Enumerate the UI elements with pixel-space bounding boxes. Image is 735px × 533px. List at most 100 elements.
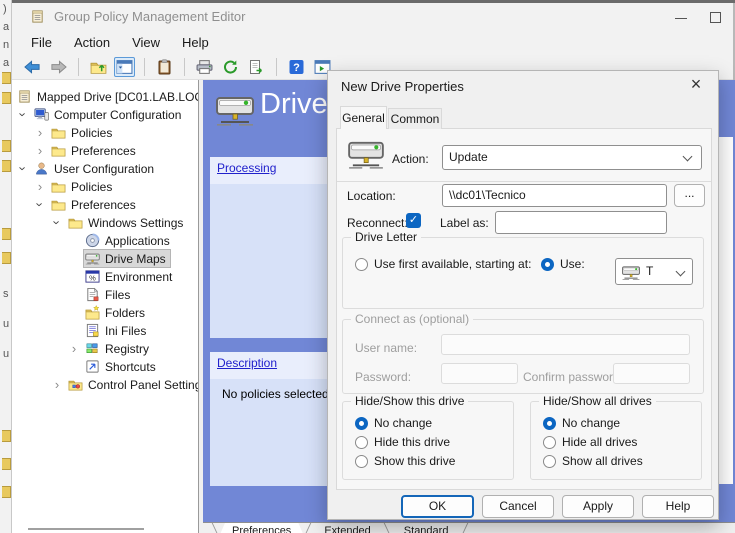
- background-window-strip: )anasuu: [0, 0, 12, 533]
- maximize-button[interactable]: [710, 12, 721, 23]
- tree-item-user-policies[interactable]: › Policies: [12, 178, 198, 196]
- tree-item-user-preferences[interactable]: ›Preferences: [12, 196, 198, 214]
- tab-extended[interactable]: Extended: [310, 523, 384, 533]
- console-tree-pane: Mapped Drive [DC01.LAB.LOCAL] › Computer C…: [12, 80, 199, 533]
- window-titlebar: Group Policy Management Editor: [12, 3, 733, 30]
- tree-item-folders[interactable]: Folders: [12, 304, 198, 322]
- password-input[interactable]: [441, 363, 518, 384]
- hide-show-this-drive-group: Hide/Show this drive No change Hide this…: [342, 401, 514, 480]
- radio-icon[interactable]: [355, 258, 368, 271]
- chevron-expanded-icon[interactable]: ›: [33, 199, 48, 211]
- radio-hide-all-drives[interactable]: Hide all drives: [543, 435, 637, 449]
- tree-item-drive-maps[interactable]: Drive Maps: [12, 250, 198, 268]
- chevron-collapsed-icon[interactable]: ›: [51, 377, 63, 392]
- chevron-expanded-icon[interactable]: ›: [16, 109, 31, 121]
- background-text-fragment: s: [3, 288, 9, 300]
- radio-icon[interactable]: [355, 455, 368, 468]
- background-folder-fragment: [2, 430, 11, 442]
- console-tree-toggle-icon[interactable]: [114, 57, 135, 77]
- tree-item-label: Files: [105, 288, 130, 302]
- tree-item-computer-configuration[interactable]: › Computer Configuration: [12, 106, 198, 124]
- chevron-expanded-icon[interactable]: ›: [50, 217, 65, 229]
- drive-letter-dropdown[interactable]: T: [615, 258, 693, 285]
- description-link[interactable]: Description: [217, 356, 277, 370]
- close-icon[interactable]: ×: [686, 74, 706, 95]
- browse-button[interactable]: ...: [674, 184, 705, 207]
- radio-all-no-change[interactable]: No change: [543, 416, 620, 430]
- radio-icon[interactable]: [543, 417, 556, 430]
- chevron-collapsed-icon[interactable]: ›: [34, 143, 46, 158]
- tree-item-label: Policies: [71, 180, 112, 194]
- radio-show-this-drive[interactable]: Show this drive: [355, 454, 455, 468]
- apply-button[interactable]: Apply: [562, 495, 634, 518]
- back-icon[interactable]: [22, 57, 43, 77]
- drive-icon: [85, 251, 100, 266]
- tree-item-label: Computer Configuration: [54, 108, 181, 122]
- background-text-fragment: u: [3, 348, 9, 360]
- refresh-icon[interactable]: [220, 57, 241, 77]
- tree-item-user-configuration[interactable]: ›User Configuration: [12, 160, 198, 178]
- tab-preferences[interactable]: Preferences: [218, 523, 305, 533]
- tree-item-root[interactable]: Mapped Drive [DC01.LAB.LOCAL]: [12, 88, 198, 106]
- tree-item-registry[interactable]: ›Registry: [12, 340, 198, 358]
- chevron-collapsed-icon[interactable]: ›: [34, 179, 46, 194]
- tree-item-label: Mapped Drive [DC01.LAB.LOCAL]: [37, 90, 199, 104]
- help-icon[interactable]: ?: [286, 57, 307, 77]
- radio-use-first-available[interactable]: Use first available, starting at:: [355, 257, 531, 271]
- confirm-password-input[interactable]: [613, 363, 690, 384]
- radio-icon[interactable]: [355, 417, 368, 430]
- tree-item-windows-settings[interactable]: ›Windows Settings: [12, 214, 198, 232]
- ok-button[interactable]: OK: [401, 495, 474, 518]
- radio-icon[interactable]: [543, 436, 556, 449]
- folder-icon: [51, 125, 66, 140]
- console-tree: Mapped Drive [DC01.LAB.LOCAL] › Computer C…: [12, 88, 198, 394]
- radio-icon[interactable]: [541, 258, 554, 271]
- radio-use[interactable]: Use:: [541, 257, 585, 271]
- radio-icon[interactable]: [355, 436, 368, 449]
- radio-this-no-change[interactable]: No change: [355, 416, 432, 430]
- window-title: Group Policy Management Editor: [54, 9, 245, 24]
- tree-item-ini-files[interactable]: Ini Files: [12, 322, 198, 340]
- chevron-expanded-icon[interactable]: ›: [16, 163, 31, 175]
- clipboard-icon[interactable]: [154, 57, 175, 77]
- cancel-button[interactable]: Cancel: [482, 495, 554, 518]
- svg-text:%: %: [89, 274, 96, 283]
- up-folder-icon[interactable]: [88, 57, 109, 77]
- radio-hide-this-drive[interactable]: Hide this drive: [355, 435, 450, 449]
- forward-icon[interactable]: [48, 57, 69, 77]
- help-button[interactable]: Help: [642, 495, 714, 518]
- radio-icon[interactable]: [543, 455, 556, 468]
- chevron-collapsed-icon[interactable]: ›: [34, 125, 46, 140]
- user-name-input[interactable]: [441, 334, 690, 355]
- chevron-collapsed-icon[interactable]: ›: [68, 341, 80, 356]
- radio-show-all-drives[interactable]: Show all drives: [543, 454, 643, 468]
- tree-horizontal-scrollbar[interactable]: [28, 528, 144, 530]
- general-tab-page: Action: Update Location: \\dc01\Tecnico …: [336, 128, 712, 490]
- processing-link[interactable]: Processing: [217, 161, 276, 175]
- print-icon[interactable]: [194, 57, 215, 77]
- minimize-button[interactable]: [675, 18, 687, 19]
- menu-help[interactable]: Help: [171, 32, 220, 53]
- computer-icon: [34, 107, 49, 122]
- radio-label: No change: [562, 416, 620, 430]
- location-input[interactable]: \\dc01\Tecnico: [442, 184, 667, 207]
- tree-item-computer-preferences[interactable]: ›Preferences: [12, 142, 198, 160]
- tree-item-applications[interactable]: Applications: [12, 232, 198, 250]
- password-label: Password:: [355, 370, 411, 384]
- tab-standard[interactable]: Standard: [390, 523, 463, 533]
- tree-item-environment[interactable]: %Environment: [12, 268, 198, 286]
- tree-item-files[interactable]: Files: [12, 286, 198, 304]
- export-list-icon[interactable]: [246, 57, 267, 77]
- reconnect-checkbox[interactable]: ✓: [406, 213, 421, 228]
- tree-item-computer-policies[interactable]: ›Policies: [12, 124, 198, 142]
- menu-action[interactable]: Action: [63, 32, 121, 53]
- action-dropdown[interactable]: Update: [442, 145, 702, 170]
- tab-common[interactable]: Common: [388, 108, 442, 129]
- tab-separator: [212, 523, 220, 533]
- menu-view[interactable]: View: [121, 32, 171, 53]
- tree-item-shortcuts[interactable]: Shortcuts: [12, 358, 198, 376]
- tab-general[interactable]: General: [340, 106, 387, 129]
- label-as-input[interactable]: [495, 211, 667, 234]
- menu-file[interactable]: File: [20, 32, 63, 53]
- tree-item-control-panel-settings[interactable]: ›Control Panel Settings: [12, 376, 198, 394]
